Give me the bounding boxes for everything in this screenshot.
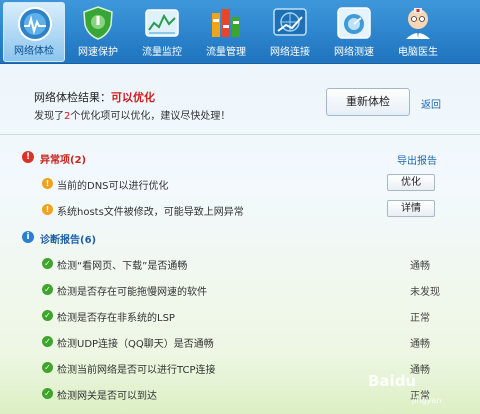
details-button[interactable]: 详情 [387, 200, 435, 217]
speed-test-icon [336, 5, 372, 41]
shield-icon [80, 5, 116, 41]
pc-doctor-icon [400, 5, 436, 41]
diagnosis-item-status: 未发现 [410, 287, 440, 298]
warning-icon: ! [42, 204, 53, 215]
result-status: 可以优化 [111, 91, 155, 104]
tab-traffic-monitor[interactable]: 流量监控 [131, 2, 193, 62]
tab-label: 流量监控 [142, 47, 182, 58]
main-toolbar: 网络体检 网速保护 流量监控 流量管理 网络连接 网络测速 电脑医生 [0, 0, 480, 64]
check-icon: ✓ [42, 336, 53, 347]
tab-label: 网速保护 [78, 47, 118, 58]
diagnosis-item-label: 检测网关是否可以到达 [57, 391, 157, 402]
alert-icon: ! [22, 151, 34, 163]
tab-label: 网络测速 [334, 47, 374, 58]
check-icon: ✓ [42, 258, 53, 269]
check-icon: ✓ [42, 388, 53, 399]
diagnosis-item-status: 正常 [410, 313, 430, 324]
back-link[interactable]: 返回 [421, 96, 441, 111]
tab-network-checkup[interactable]: 网络体检 [3, 2, 65, 62]
diagnosis-item-status: 通畅 [410, 339, 430, 350]
tab-label: 电脑医生 [398, 47, 438, 58]
summary-text-pre: 发现了 [34, 111, 64, 122]
diagnosis-section-title: 诊断报告(6) [40, 235, 97, 246]
traffic-monitor-icon [144, 5, 180, 41]
tab-label: 网络体检 [14, 46, 54, 57]
result-title-prefix: 网络体检结果： [34, 91, 111, 104]
abnormal-section-title: 异常项(2) [40, 155, 87, 166]
abnormal-item-label: 系统hosts文件被修改，可能导致上网异常 [57, 207, 244, 218]
check-icon: ✓ [42, 310, 53, 321]
diagnosis-item-label: 检测当前网络是否可以进行TCP连接 [57, 365, 216, 376]
network-checkup-icon [17, 6, 53, 42]
traffic-manage-icon [208, 5, 244, 41]
warning-icon: ! [42, 178, 53, 189]
tab-pc-doctor[interactable]: 电脑医生 [387, 2, 449, 62]
abnormal-item-label: 当前的DNS可以进行优化 [57, 181, 169, 192]
tab-label: 流量管理 [206, 47, 246, 58]
watermark-text: Baidu [368, 372, 417, 390]
check-icon: ✓ [42, 362, 53, 373]
tab-label: 网络连接 [270, 47, 310, 58]
baidu-watermark: Baidu jingyan [368, 372, 476, 410]
tab-speed-protection[interactable]: 网速保护 [67, 2, 129, 62]
tab-traffic-management[interactable]: 流量管理 [195, 2, 257, 62]
export-report-link[interactable]: 导出报告 [397, 152, 437, 167]
optimize-button[interactable]: 优化 [387, 174, 435, 191]
info-icon: i [22, 231, 34, 243]
recheck-button[interactable]: 重新体检 [326, 88, 410, 116]
diagnosis-item-label: 检测UDP连接（QQ聊天）是否通畅 [57, 339, 214, 350]
result-title: 网络体检结果：可以优化 [34, 89, 155, 105]
tab-network-connection[interactable]: 网络连接 [259, 2, 321, 62]
result-summary: 发现了2个优化项可以优化，建议尽快处理！ [34, 107, 230, 122]
diagnosis-item-label: 检测是否存在可能拖慢网速的软件 [57, 287, 207, 298]
divider [0, 134, 480, 135]
watermark-subtext: jingyan [412, 396, 442, 405]
diagnosis-item-status: 通畅 [410, 261, 430, 272]
network-connection-icon [272, 5, 308, 41]
check-icon: ✓ [42, 284, 53, 295]
diagnosis-item-label: 检测是否存在非系统的LSP [57, 313, 175, 324]
diagnosis-item-label: 检测“看网页、下载”是否通畅 [57, 261, 188, 272]
summary-text-post: 个优化项可以优化，建议尽快处理！ [70, 111, 231, 122]
tab-speed-test[interactable]: 网络测速 [323, 2, 385, 62]
